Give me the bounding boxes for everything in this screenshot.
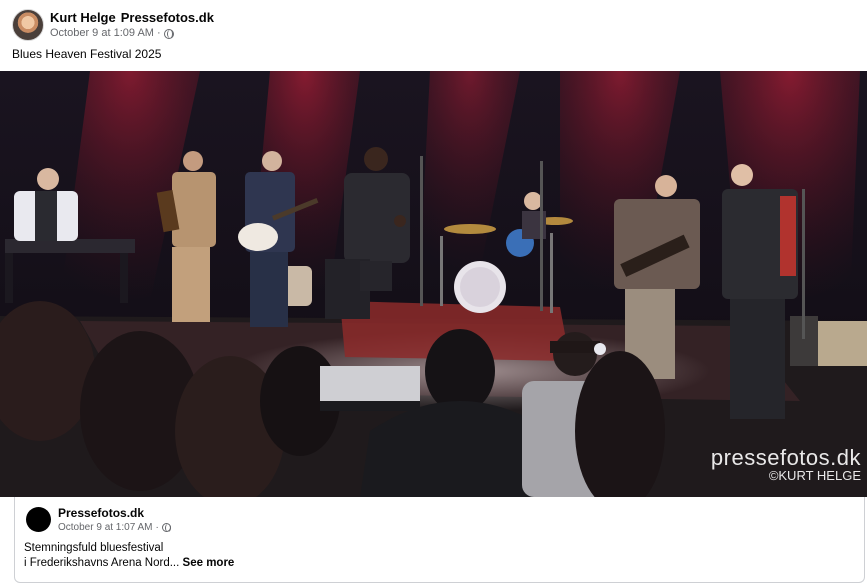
post-meta: October 9 at 1:09 AM · — [50, 27, 219, 40]
author-line: Kurt Helge Pressefotos.dk — [50, 10, 219, 26]
author-name[interactable]: Kurt Helge — [50, 10, 116, 25]
post-text: Blues Heaven Festival 2025 — [12, 47, 162, 61]
shared-text-line-2-content: i Frederikshavns Arena Nord... — [24, 557, 180, 569]
watermark: pressefotos.dk ©KURT HELGE — [711, 447, 861, 483]
see-more-link[interactable]: See more — [183, 557, 235, 569]
watermark-main: pressefotos.dk — [710, 445, 861, 470]
post-photo[interactable]: pressefotos.dk ©KURT HELGE — [0, 71, 867, 497]
concert-photo-drawing — [0, 71, 867, 497]
globe-icon — [161, 523, 171, 532]
author-avatar[interactable] — [12, 9, 44, 41]
meta-separator: · — [156, 27, 161, 40]
shared-post-timestamp[interactable]: October 9 at 1:07 AM — [58, 522, 153, 533]
shared-text-line-2: i Frederikshavns Arena Nord... See more — [24, 556, 234, 571]
watermark-sub: ©KURT HELGE — [768, 468, 861, 483]
post-header-text: Kurt Helge Pressefotos.dk October 9 at 1:… — [50, 10, 219, 41]
shared-meta-separator: · — [155, 522, 159, 533]
post-header: Kurt Helge Pressefotos.dk October 9 at 1:… — [12, 8, 219, 42]
shared-post-meta: October 9 at 1:07 AM · — [58, 522, 171, 533]
shared-text-line-1: Stemningsfuld bluesfestival — [24, 542, 164, 554]
shared-page-avatar[interactable] — [26, 507, 51, 532]
globe-icon — [163, 28, 174, 39]
page-name[interactable]: Pressefotos.dk — [121, 10, 214, 25]
post-timestamp[interactable]: October 9 at 1:09 AM — [50, 27, 154, 40]
shared-post-text: Stemningsfuld bluesfestival i Frederiksh… — [24, 541, 234, 571]
shared-page-name[interactable]: Pressefotos.dk — [58, 506, 144, 520]
shared-post-card[interactable]: Pressefotos.dk October 9 at 1:07 AM · St… — [14, 497, 865, 583]
